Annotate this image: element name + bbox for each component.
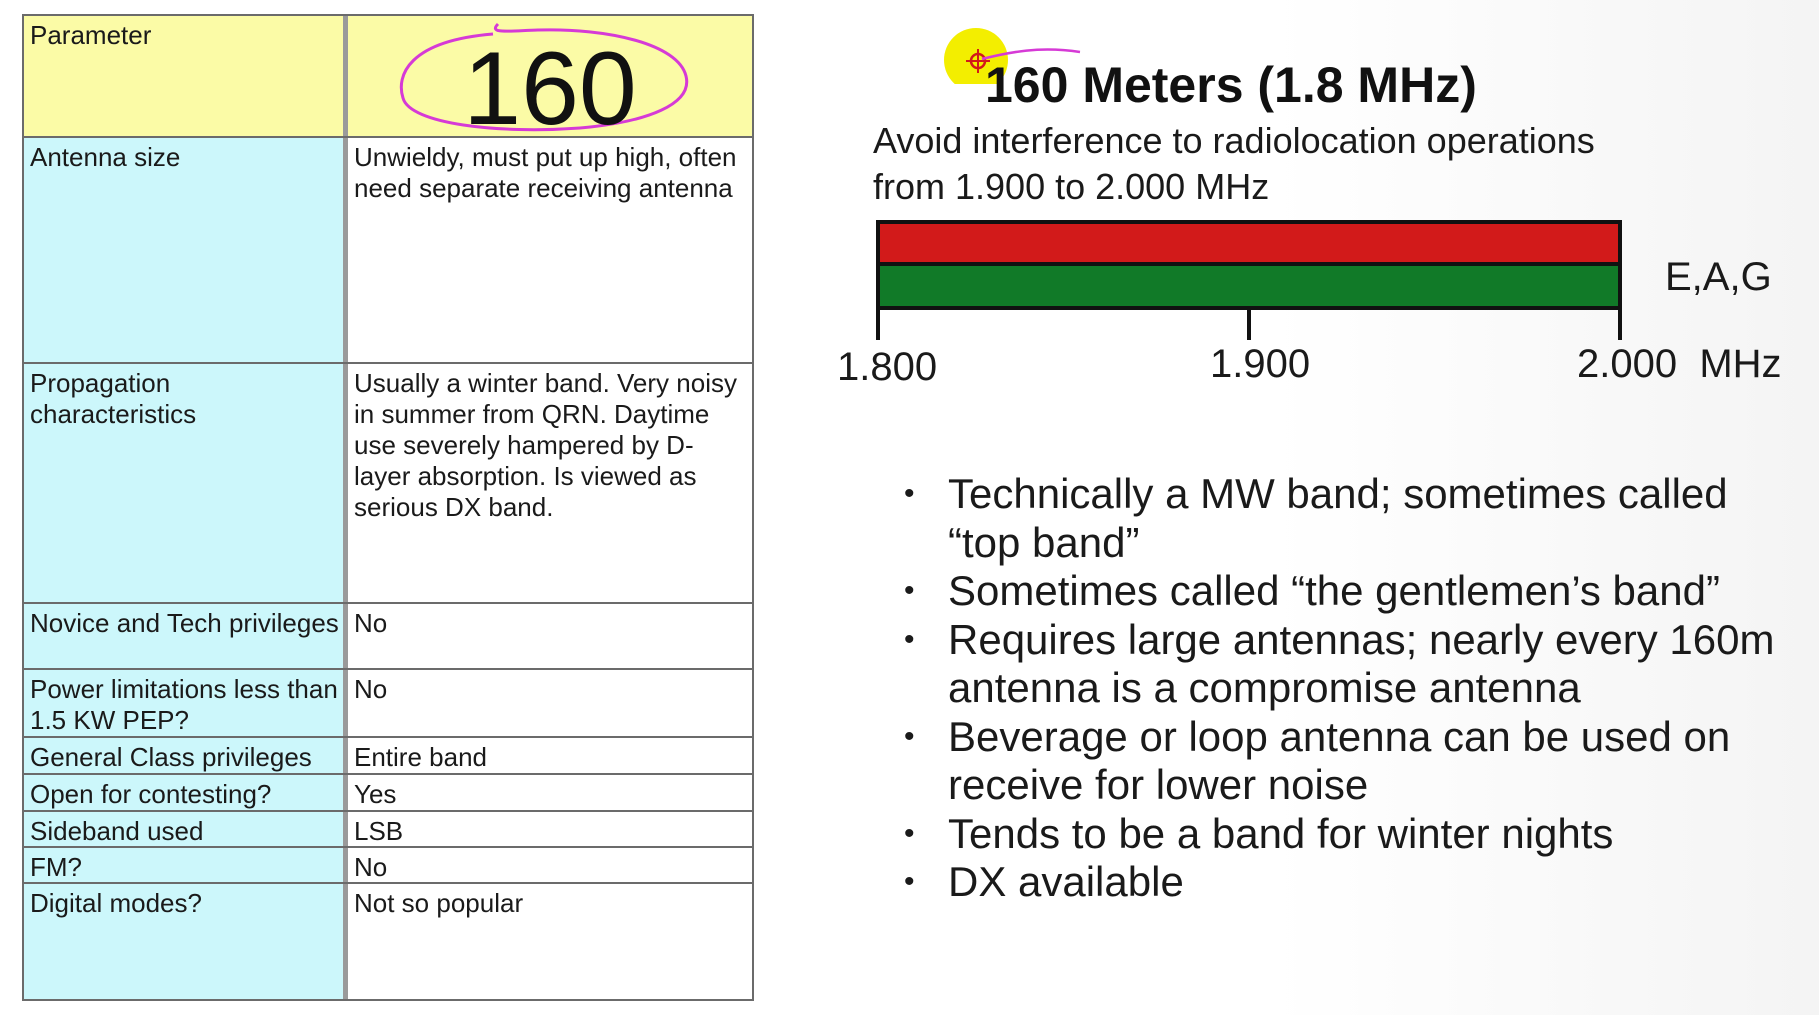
row-label: Digital modes? [24, 884, 348, 999]
row-label: Power limitations less than 1.5 KW PEP? [24, 670, 348, 736]
table-row: Antenna size Unwieldy, must put up high,… [24, 138, 752, 364]
license-privileges-label: E,A,G [1665, 255, 1772, 299]
row-label: FM? [24, 848, 348, 882]
row-value: Entire band [348, 738, 752, 773]
table-row: General Class privileges Entire band [24, 738, 752, 775]
table-row: Sideband used LSB [24, 812, 752, 848]
bullet-icon: • [904, 622, 915, 656]
tick-label-start: 1.800 [837, 345, 938, 389]
row-value: LSB [348, 812, 752, 846]
bullet-icon: • [904, 816, 915, 850]
bullet-list: • Technically a MW band; sometimes called… [900, 470, 1780, 907]
band-lower-segment [876, 262, 1622, 310]
list-item: • Tends to be a band for winter nights [900, 810, 1780, 859]
bullet-text: Tends to be a band for winter nights [948, 809, 1614, 857]
bullet-icon: • [904, 574, 915, 607]
list-item: • DX available [900, 858, 1780, 907]
band-number: 160 [463, 31, 637, 147]
row-label: Sideband used [24, 812, 348, 846]
bullet-text: Technically a MW band; sometimes called … [948, 470, 1728, 566]
list-item: • Technically a MW band; sometimes called… [900, 470, 1780, 567]
row-value: No [348, 848, 752, 882]
band-header-cell: 160 [348, 16, 752, 144]
band-plan-diagram [876, 220, 1622, 340]
bullet-icon: • [904, 865, 915, 898]
table-row: Power limitations less than 1.5 KW PEP? … [24, 670, 752, 738]
list-item: • Requires large antennas; nearly every 1… [900, 616, 1780, 713]
row-label: Novice and Tech privileges [24, 604, 348, 668]
parameter-header: Parameter [24, 16, 348, 136]
bullet-text: Beverage or loop antenna can be used on … [948, 712, 1731, 809]
row-value: Usually a winter band. Very noisy in sum… [348, 364, 752, 602]
table-header-row: Parameter 160 [24, 16, 752, 144]
table-row: Open for contesting? Yes [24, 775, 752, 812]
bullet-text: Requires large antennas; nearly every 16… [948, 615, 1775, 712]
band-parameter-table: Parameter 160 Antenna size Unwieldy, mus… [22, 14, 754, 1001]
tick-label-end: 2.000 MHz [1577, 342, 1782, 386]
row-value: No [348, 670, 752, 736]
list-item: • Sometimes called “the gentlemen’s band” [900, 567, 1780, 616]
bullet-text: DX available [948, 858, 1184, 905]
list-item: • Beverage or loop antenna can be used on… [900, 713, 1780, 810]
table-row: FM? No [24, 848, 752, 884]
row-value: Not so popular [348, 884, 752, 999]
bullet-icon: • [904, 477, 915, 510]
table-row: Digital modes? Not so popular [24, 884, 752, 999]
row-label: Antenna size [24, 138, 348, 362]
tick-label-mid: 1.900 [1210, 342, 1311, 386]
band-upper-segment [876, 220, 1622, 266]
table-row: Propagation characteristics Usually a wi… [24, 364, 752, 604]
slide-subtitle: Avoid interference to radiolocation oper… [873, 120, 1595, 207]
row-value: Yes [348, 775, 752, 810]
bullet-icon: • [904, 719, 915, 753]
row-value: Unwieldy, must put up high, often need s… [348, 138, 752, 362]
row-label: General Class privileges [24, 738, 348, 773]
row-label: Open for contesting? [24, 775, 348, 810]
row-value: No [348, 604, 752, 668]
row-label: Propagation characteristics [24, 364, 348, 602]
slide-title: 160 Meters (1.8 MHz) [985, 57, 1477, 113]
table-row: Novice and Tech privileges No [24, 604, 752, 670]
bullet-text: Sometimes called “the gentlemen’s band” [948, 567, 1720, 614]
